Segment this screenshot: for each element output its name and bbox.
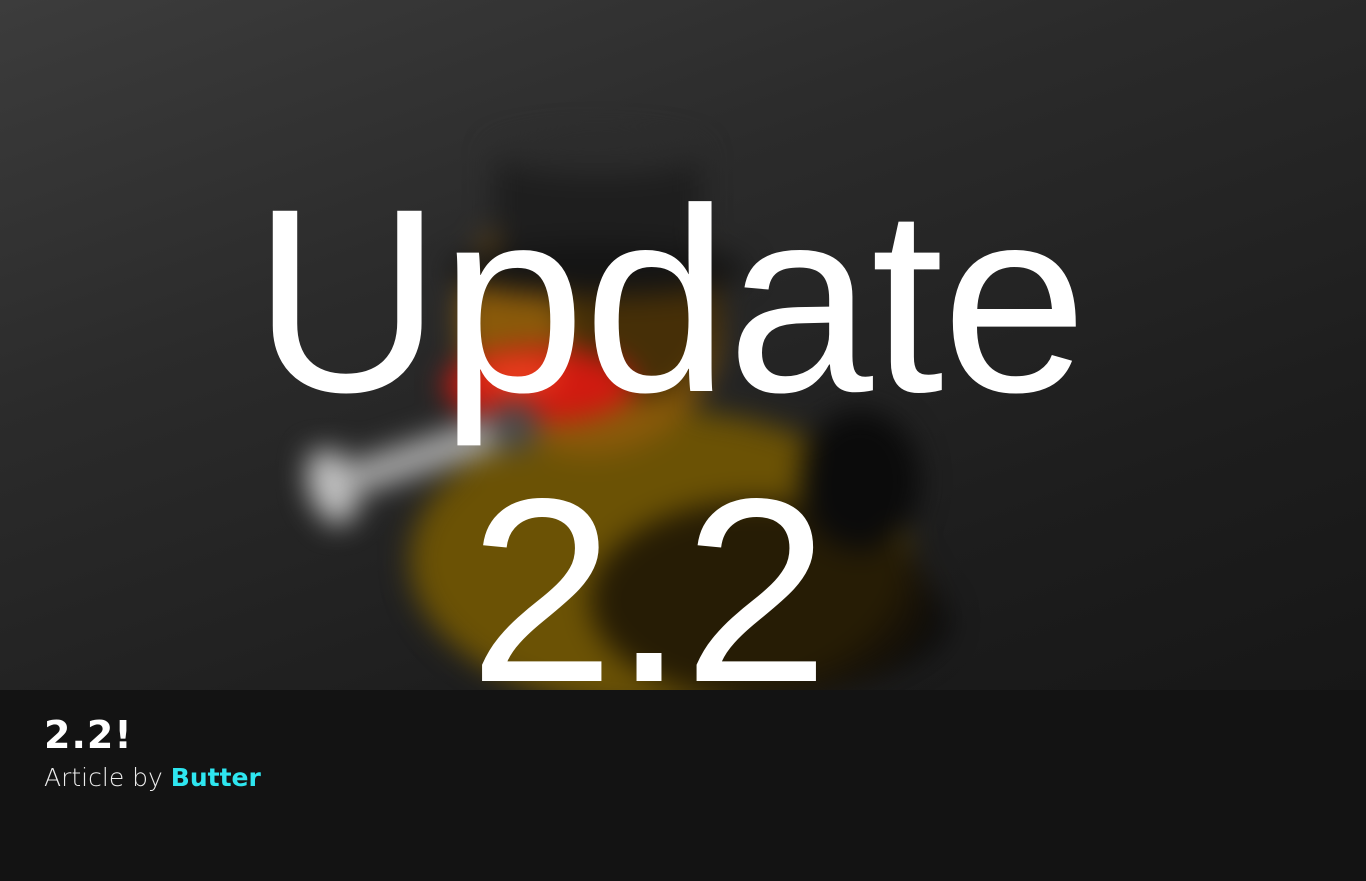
hero-banner: Update 2.2: [0, 0, 1366, 690]
article-byline: Article by Butter: [44, 764, 261, 792]
hero-title-update: Update: [252, 154, 1088, 447]
hero-title-version: 2.2: [468, 444, 829, 691]
author-link[interactable]: Butter: [171, 763, 261, 792]
byline-prefix: Article by: [44, 763, 163, 792]
article-title: 2.2!: [44, 713, 133, 757]
